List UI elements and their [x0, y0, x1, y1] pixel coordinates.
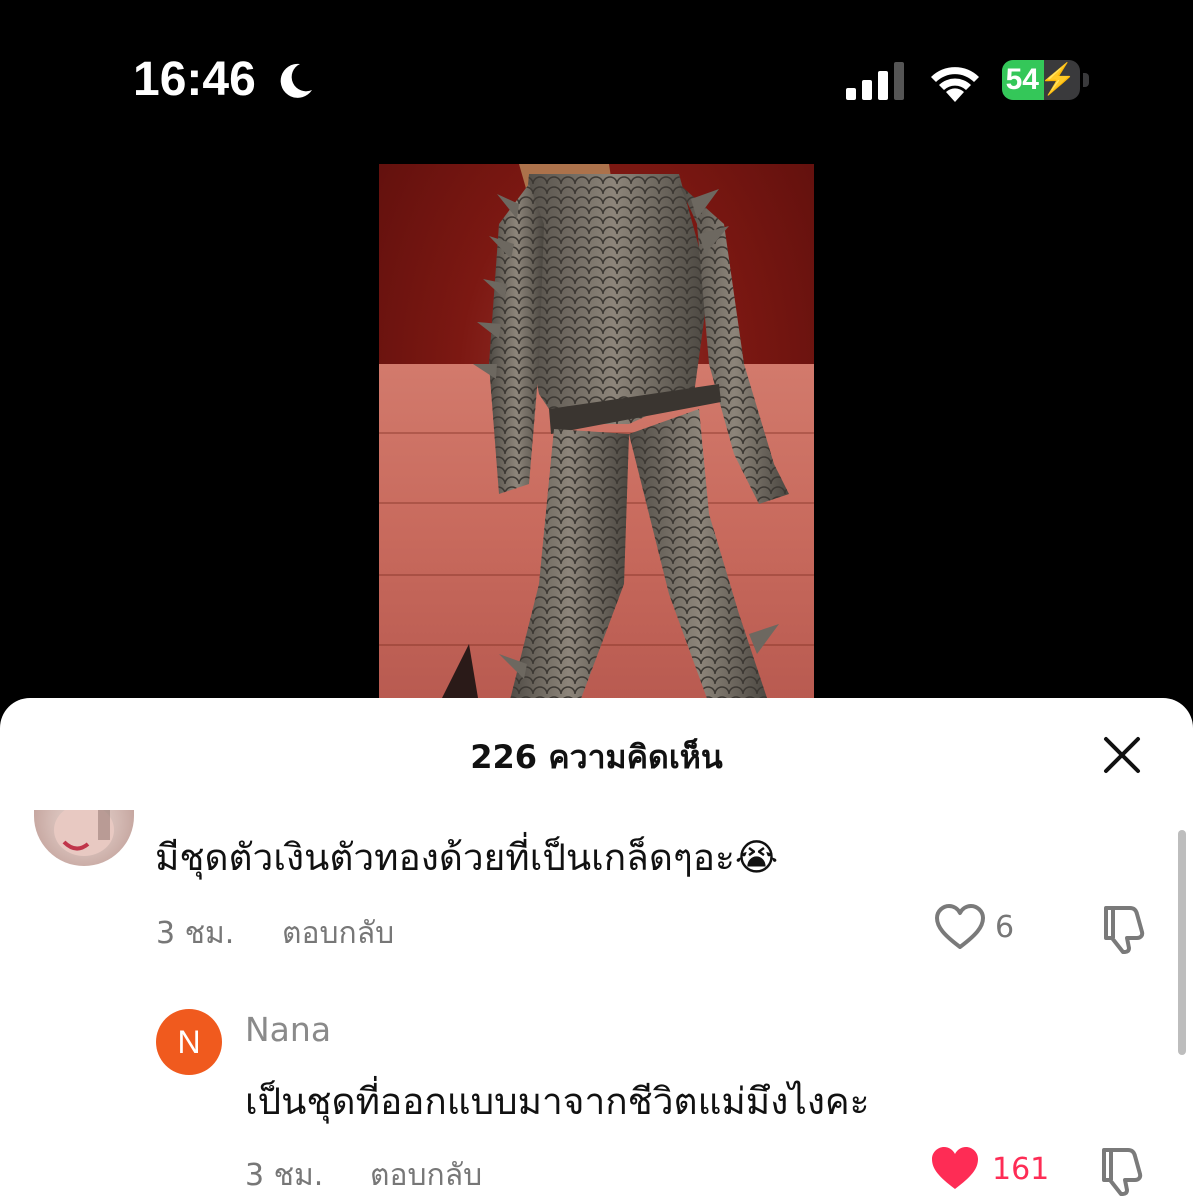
scrollbar[interactable]	[1178, 830, 1186, 1055]
comments-count-title: 226 ความคิดเห็น	[470, 738, 723, 776]
close-icon[interactable]	[1100, 733, 1144, 777]
comment-username[interactable]: Nana	[245, 1010, 331, 1049]
comment-time: 3 ชม.	[245, 1158, 324, 1193]
heart-filled-icon[interactable]	[930, 1145, 980, 1191]
comment-time: 3 ชม.	[156, 916, 235, 951]
thumbs-down-icon[interactable]	[1098, 1144, 1148, 1196]
status-bar: 16:46 54⚡	[0, 0, 1193, 160]
status-time: 16:46	[133, 53, 256, 106]
comment-text: มีชุดตัวเงินตัวทองด้วยที่เป็นเกล็ดๆอะ😭	[155, 836, 779, 879]
avatar-initial[interactable]: N	[156, 1009, 222, 1075]
comment-text: เป็นชุดที่ออกแบบมาจากชีวิตแม่มึงไงคะ	[245, 1080, 870, 1123]
battery-charging-icon: 54⚡	[1002, 60, 1092, 100]
reply-button[interactable]: ตอบกลับ	[370, 1152, 482, 1199]
cellular-signal-icon	[846, 62, 904, 100]
reply-button[interactable]: ตอบกลับ	[282, 910, 394, 957]
wifi-icon	[931, 67, 979, 102]
heart-outline-icon[interactable]	[934, 903, 986, 951]
like-count: 161	[992, 1152, 1050, 1187]
battery-percent: 54⚡	[1005, 63, 1077, 96]
thumbs-down-icon[interactable]	[1100, 902, 1150, 954]
video-thumbnail[interactable]	[379, 164, 814, 704]
performer-figure	[439, 164, 789, 704]
like-count: 6	[995, 910, 1015, 945]
moon-icon	[280, 63, 312, 98]
